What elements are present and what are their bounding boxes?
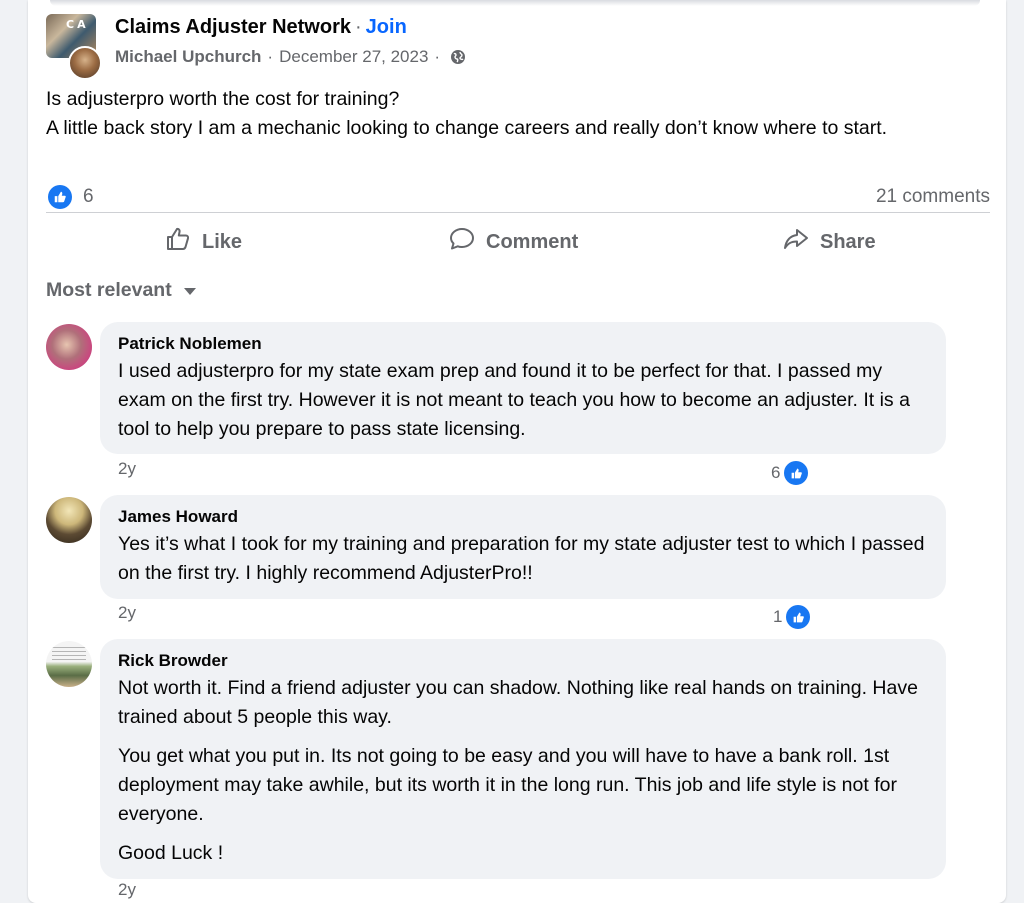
thumbs-up-icon	[164, 225, 192, 259]
separator-dot: ·	[434, 47, 441, 66]
globe-icon	[450, 49, 466, 65]
comment-sort-dropdown[interactable]: Most relevant	[46, 279, 196, 302]
author-name-link[interactable]: Michael Upchurch	[115, 47, 261, 67]
group-avatar[interactable]: CA	[46, 14, 102, 80]
comment-timestamp[interactable]: 2y	[118, 880, 136, 900]
like-reaction-icon	[782, 459, 811, 487]
comments-count-link[interactable]: 21 comments	[876, 186, 990, 208]
author-avatar[interactable]	[68, 46, 102, 80]
comment-bubble: Patrick Noblemen I used adjusterpro for …	[100, 322, 946, 454]
commenter-avatar[interactable]	[46, 497, 92, 543]
like-reaction-icon	[784, 603, 813, 631]
like-reaction-icon[interactable]	[48, 185, 72, 209]
comment-bubble: James Howard Yes it’s what I took for my…	[100, 495, 946, 599]
comment-reaction-count: 1	[773, 607, 783, 626]
group-logo-text: CA	[66, 18, 89, 31]
comment-reactions[interactable]: 1	[773, 603, 813, 631]
sort-label: Most relevant	[46, 279, 172, 301]
share-label: Share	[820, 230, 876, 253]
comment-text: Good Luck !	[118, 842, 224, 864]
post-meta: Michael Upchurch · December 27, 2023 ·	[115, 47, 466, 67]
divider	[46, 212, 990, 213]
comment-reactions[interactable]: 6	[771, 459, 811, 487]
commenter-avatar[interactable]	[46, 641, 92, 687]
comment-reaction-count: 6	[771, 463, 781, 482]
comment-text: Not worth it. Find a friend adjuster you…	[118, 677, 918, 728]
comment-bubble: Rick Browder Not worth it. Find a friend…	[100, 639, 946, 879]
like-label: Like	[202, 230, 243, 253]
commenter-name-link[interactable]: Patrick Noblemen	[118, 334, 928, 354]
reactions-row: 6 21 comments	[46, 183, 990, 209]
comment-timestamp[interactable]: 2y	[118, 603, 136, 623]
top-shadow	[50, 0, 980, 6]
comment-timestamp[interactable]: 2y	[118, 459, 136, 479]
speech-bubble-icon	[448, 225, 476, 259]
caret-down-icon	[183, 288, 196, 295]
post-date-link[interactable]: December 27, 2023	[279, 47, 428, 67]
group-header: Claims Adjuster Network · Join	[115, 16, 407, 39]
join-button[interactable]: Join	[366, 16, 407, 38]
separator-dot: ·	[355, 16, 362, 38]
avatar-image-detail	[52, 647, 86, 663]
comment-text: You get what you put in. Its not going t…	[118, 745, 897, 825]
commenter-name-link[interactable]: James Howard	[118, 507, 928, 527]
comment-text: Yes it’s what I took for my training and…	[118, 533, 925, 584]
group-name-link[interactable]: Claims Adjuster Network	[115, 16, 351, 38]
commenter-name-link[interactable]: Rick Browder	[118, 651, 928, 671]
comment-text: I used adjusterpro for my state exam pre…	[118, 360, 910, 440]
share-arrow-icon	[782, 225, 810, 259]
comment-label: Comment	[486, 230, 579, 253]
post-text-line: Is adjusterpro worth the cost for traini…	[46, 88, 400, 110]
commenter-avatar[interactable]	[46, 324, 92, 370]
post-text-line: A little back story I am a mechanic look…	[46, 117, 888, 139]
separator-dot: ·	[267, 47, 274, 66]
like-button[interactable]: Like	[164, 223, 242, 261]
reaction-count[interactable]: 6	[83, 186, 94, 208]
share-button[interactable]: Share	[782, 223, 876, 261]
comment-button[interactable]: Comment	[448, 223, 578, 261]
post-body: Is adjusterpro worth the cost for traini…	[46, 85, 976, 143]
